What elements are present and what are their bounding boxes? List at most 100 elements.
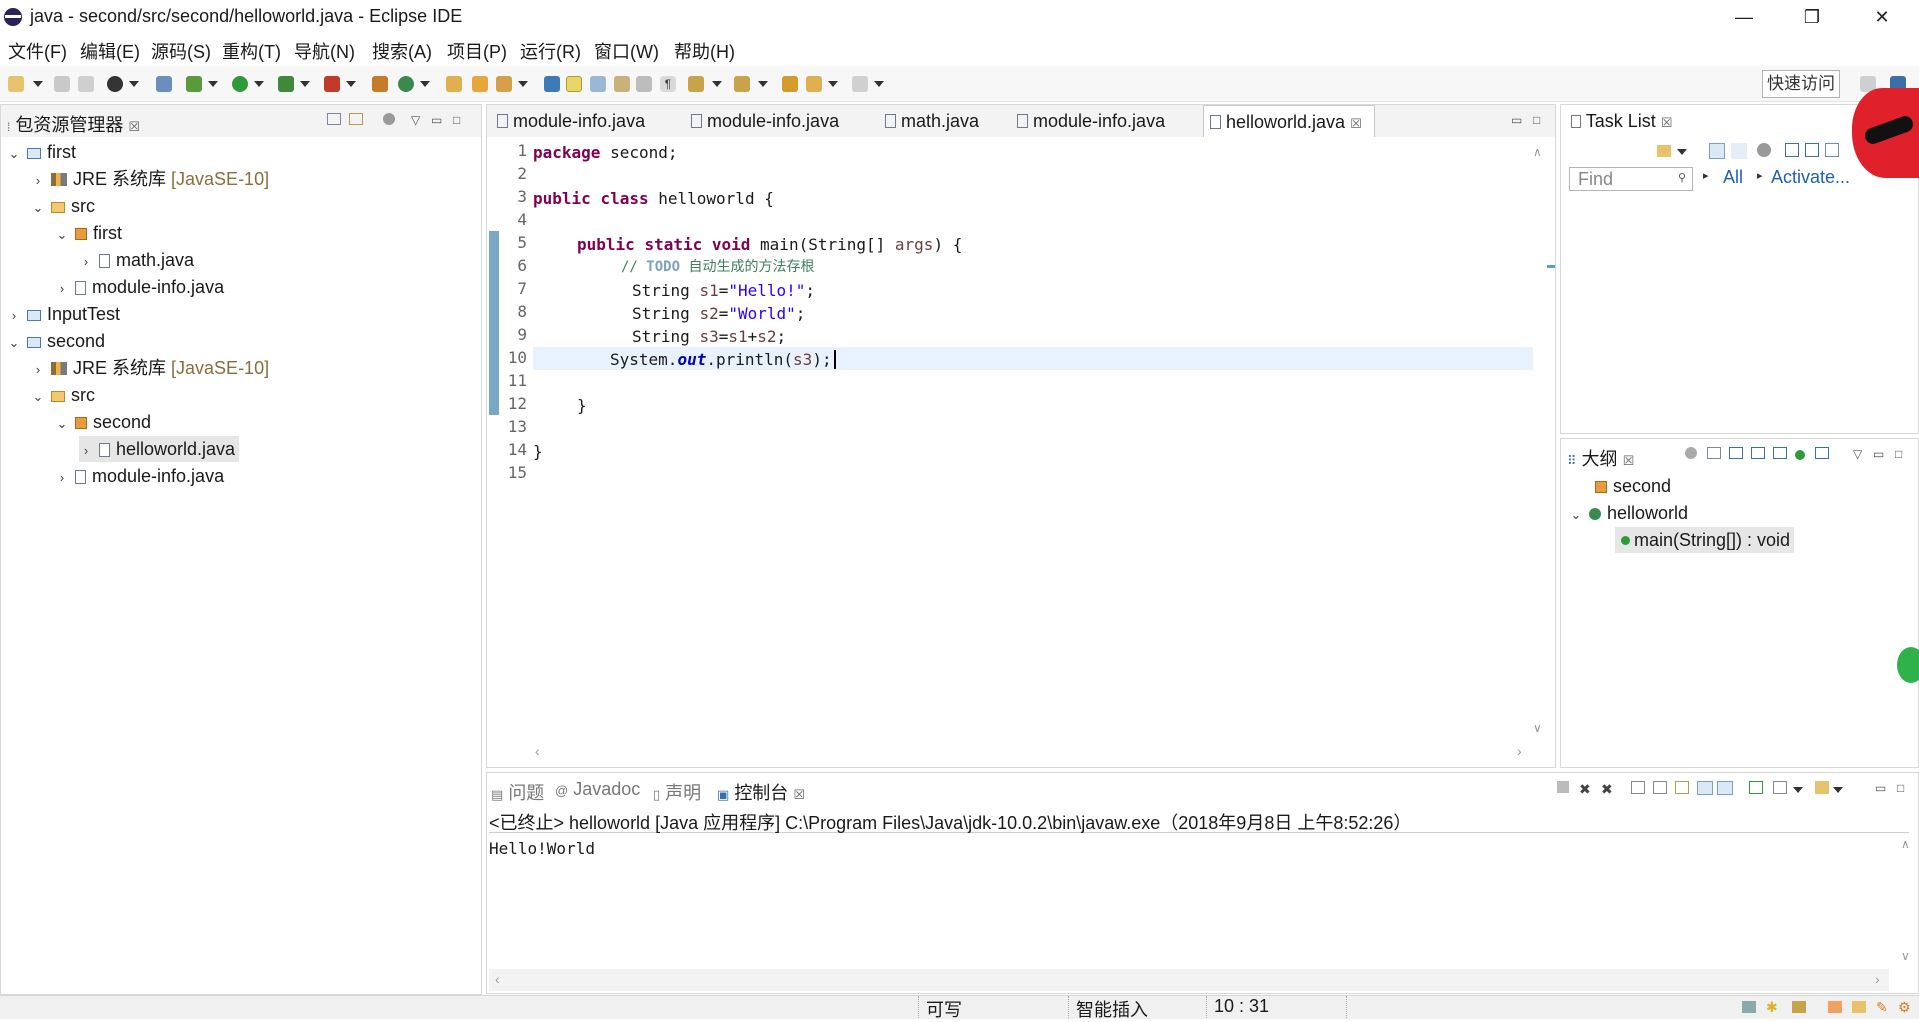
tab-helloworld-java[interactable]: helloworld.java ☒	[1203, 105, 1375, 137]
pin-console-icon[interactable]	[1749, 781, 1763, 794]
chevron-right-icon[interactable]: ›	[55, 276, 69, 302]
new-task-dropdown-icon[interactable]	[1677, 149, 1687, 155]
search-icon[interactable]	[496, 76, 512, 92]
terminate-icon[interactable]	[1557, 781, 1569, 793]
outline-item-method[interactable]: main(String[]) : void	[1615, 527, 1795, 553]
hide-nonpublic-icon[interactable]	[1795, 450, 1805, 460]
focus-icon[interactable]	[383, 113, 395, 125]
minimize-icon[interactable]: ▭	[431, 113, 442, 127]
hide-completed-icon[interactable]	[1785, 143, 1799, 157]
next-annotation-icon[interactable]	[688, 76, 704, 92]
toggle-breadcrumb-icon[interactable]	[544, 76, 560, 92]
focus-icon[interactable]	[1757, 143, 1771, 157]
maximize-icon[interactable]: □	[1897, 781, 1904, 795]
view-menu-icon[interactable]: ▽	[1853, 447, 1862, 461]
menu-source[interactable]: 源码(S)	[151, 38, 211, 64]
tab-module-info-java[interactable]: module-info.java	[1011, 105, 1195, 137]
close-icon[interactable]: ☒	[128, 119, 140, 134]
chevron-down-icon[interactable]: ⌄	[7, 141, 21, 167]
open-console-dropdown-icon[interactable]	[1833, 787, 1843, 793]
chevron-down-icon[interactable]: ⌄	[31, 195, 45, 221]
tree-item-package-first[interactable]: ⌄ first	[55, 220, 122, 246]
open-console-icon[interactable]	[1815, 781, 1829, 794]
hide-static-icon[interactable]	[1773, 447, 1787, 459]
sort-icon[interactable]	[1729, 447, 1743, 459]
previous-annotation-dropdown-icon[interactable]	[758, 81, 768, 87]
next-annotation-dropdown-icon[interactable]	[712, 81, 722, 87]
maximize-icon[interactable]: □	[1533, 113, 1540, 127]
external-tools-icon[interactable]	[324, 76, 340, 92]
overview-ruler-marker[interactable]	[1547, 265, 1555, 268]
word-wrap-icon[interactable]	[1675, 781, 1689, 794]
display-console-icon[interactable]	[1773, 781, 1787, 794]
scroll-right-icon[interactable]: ›	[1875, 971, 1880, 987]
tree-item-project-second[interactable]: ⌄ second	[7, 328, 106, 354]
outline-item-package[interactable]: second	[1589, 473, 1671, 499]
tab-declaration[interactable]: ▯ 声明	[653, 779, 701, 805]
skip-breakpoints-icon[interactable]	[156, 76, 172, 92]
collapse-all-icon[interactable]	[1805, 143, 1819, 157]
restore-button[interactable]: ❐	[1784, 0, 1840, 34]
new-task-icon[interactable]	[1657, 145, 1671, 157]
back-icon[interactable]	[806, 76, 822, 92]
profile-dropdown-icon[interactable]	[129, 81, 139, 87]
tab-task-list[interactable]: Task List ☒	[1571, 111, 1672, 132]
tab-outline[interactable]: ⠿ 大纲 ☒	[1567, 445, 1634, 471]
save-icon[interactable]	[54, 76, 70, 92]
settings-icon[interactable]: ⚙	[1898, 999, 1911, 1016]
maximize-icon[interactable]: □	[453, 113, 460, 127]
scroll-down-icon[interactable]: ∨	[1533, 721, 1542, 735]
open-type-icon[interactable]	[446, 76, 462, 92]
tree-item-math-java[interactable]: › math.java	[79, 247, 194, 273]
chevron-right-icon[interactable]: ›	[79, 438, 93, 464]
new-java-project-icon[interactable]	[372, 76, 388, 92]
chevron-right-icon[interactable]: ›	[79, 249, 93, 275]
show-whitespace-icon[interactable]	[636, 76, 652, 92]
scroll-left-icon[interactable]: ‹	[535, 743, 540, 759]
quick-access-field[interactable]: 快速访问	[1762, 70, 1840, 98]
tab-package-explorer[interactable]: ⁞ 包资源管理器 ☒	[7, 111, 140, 137]
editor-vertical-scrollbar[interactable]: ∧ ∨	[1527, 141, 1549, 741]
side-floating-button[interactable]	[1897, 647, 1919, 683]
tree-item-src[interactable]: ⌄ src	[31, 193, 95, 219]
scheduled-icon[interactable]	[1731, 143, 1747, 159]
clear-console-icon[interactable]	[1631, 781, 1645, 794]
minimize-icon[interactable]: ▭	[1873, 447, 1884, 461]
task-find-input[interactable]: Find ⚲	[1569, 167, 1693, 191]
all-link[interactable]: All	[1723, 167, 1743, 188]
tray-icon[interactable]	[1828, 1001, 1842, 1013]
tab-module-info-java[interactable]: module-info.java	[685, 105, 869, 137]
scroll-up-icon[interactable]: ∧	[1901, 837, 1910, 851]
word-wrap-icon[interactable]	[614, 76, 630, 92]
close-window-button[interactable]: ✕	[1854, 0, 1910, 34]
scroll-right-icon[interactable]: ›	[1517, 743, 1522, 759]
menu-run[interactable]: 运行(R)	[520, 38, 581, 64]
maximize-icon[interactable]: □	[1895, 447, 1902, 461]
tray-icon[interactable]: ✎	[1876, 999, 1888, 1016]
close-icon[interactable]: ☒	[1623, 453, 1635, 468]
activate-link[interactable]: Activate...	[1771, 167, 1850, 188]
chevron-right-icon[interactable]: ›	[7, 303, 21, 329]
mark-occurrences-icon[interactable]	[566, 76, 582, 92]
minimize-icon[interactable]: ▭	[1875, 781, 1886, 795]
close-icon[interactable]: ☒	[1350, 116, 1362, 131]
tree-item-project-first[interactable]: ⌄ first	[7, 139, 76, 165]
tree-item-module-info[interactable]: › module-info.java	[55, 274, 224, 300]
notification-icon[interactable]	[1742, 1001, 1756, 1013]
link-with-editor-icon[interactable]	[349, 113, 363, 125]
last-edit-location-icon[interactable]	[782, 76, 798, 92]
save-all-icon[interactable]	[78, 76, 94, 92]
menu-help[interactable]: 帮助(H)	[674, 38, 735, 64]
run-icon[interactable]	[232, 76, 248, 92]
collapse-all-icon[interactable]	[327, 113, 341, 125]
chevron-down-icon[interactable]: ⌄	[31, 384, 45, 410]
new-class-icon[interactable]	[398, 76, 414, 92]
collapse-all-icon[interactable]	[1707, 447, 1721, 459]
open-task-icon[interactable]	[472, 76, 488, 92]
remove-all-launches-icon[interactable]: ✖	[1601, 781, 1613, 798]
remove-launch-icon[interactable]: ✖	[1579, 781, 1591, 798]
tips-icon[interactable]	[1792, 1001, 1806, 1013]
minimize-icon[interactable]: ▭	[1511, 113, 1522, 127]
tree-item-module-info[interactable]: › module-info.java	[55, 463, 224, 489]
debug-icon[interactable]	[186, 76, 202, 92]
